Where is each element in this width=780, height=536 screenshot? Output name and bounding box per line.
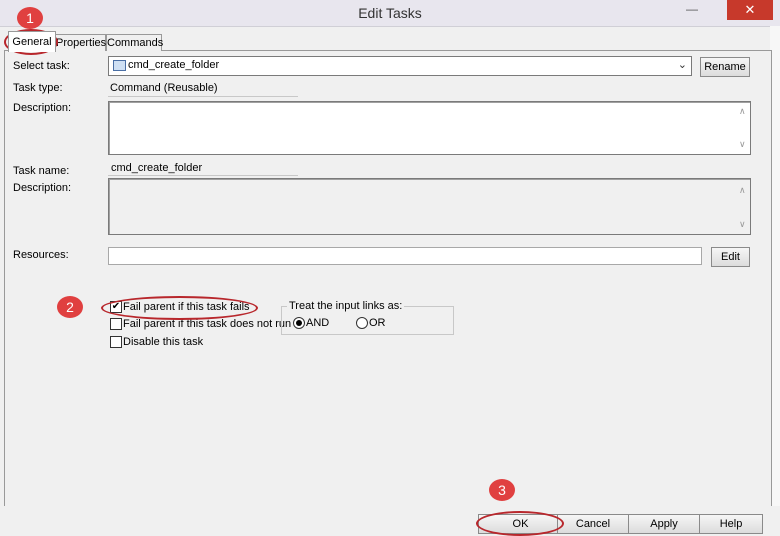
task-type-underline: [108, 96, 298, 97]
select-task-value: cmd_create_folder: [128, 59, 220, 71]
fail-parent-not-run-label: Fail parent if this task does not run: [123, 318, 292, 330]
fail-parent-not-run-checkbox[interactable]: [110, 318, 122, 330]
window-title: Edit Tasks: [358, 5, 422, 21]
cancel-button[interactable]: Cancel: [557, 514, 629, 534]
step-badge-2: 2: [57, 296, 83, 318]
resources-label: Resources:: [13, 249, 69, 261]
task-name-input[interactable]: cmd_create_folder: [108, 159, 298, 176]
disable-task-checkbox[interactable]: [110, 336, 122, 348]
select-task-dropdown[interactable]: cmd_create_folder ⌄: [108, 56, 692, 76]
description-label-2: Description:: [13, 182, 72, 194]
and-radio[interactable]: [293, 317, 305, 329]
task-type-label: Task type:: [13, 82, 63, 94]
and-label: AND: [306, 317, 330, 329]
apply-button[interactable]: Apply: [628, 514, 700, 534]
chevron-down-icon[interactable]: ⌄: [678, 58, 687, 71]
step-badge-3: 3: [489, 479, 515, 501]
scrollbar-2[interactable]: ∧ ∨: [736, 179, 750, 234]
select-task-label: Select task:: [13, 60, 70, 72]
or-label: OR: [369, 317, 386, 329]
task-type-value: Command (Reusable): [110, 82, 218, 94]
or-radio[interactable]: [356, 317, 368, 329]
input-links-label: Treat the input links as:: [287, 300, 405, 312]
disable-task-label: Disable this task: [123, 336, 204, 348]
scroll-up-icon: ∧: [739, 185, 746, 195]
resources-input[interactable]: [108, 247, 702, 265]
tab-general[interactable]: General: [8, 31, 56, 52]
close-button[interactable]: ✕: [727, 0, 773, 20]
tab-commands[interactable]: Commands: [106, 34, 163, 51]
scroll-down-icon: ∨: [739, 219, 746, 229]
task-description-textarea[interactable]: ∧ ∨: [108, 178, 751, 235]
scroll-up-icon: ∧: [739, 106, 746, 116]
task-name-value: cmd_create_folder: [111, 162, 203, 174]
tab-properties[interactable]: Properties: [55, 34, 106, 51]
highlight-oval-fail-parent: [101, 296, 258, 320]
edit-button[interactable]: Edit: [711, 247, 750, 267]
description-textarea[interactable]: ∧ ∨: [108, 101, 751, 155]
command-task-icon: [113, 60, 126, 71]
minimize-button[interactable]: —: [683, 2, 701, 16]
help-button[interactable]: Help: [699, 514, 763, 534]
scroll-down-icon: ∨: [739, 139, 746, 149]
scrollbar[interactable]: ∧ ∨: [736, 102, 750, 154]
task-name-label: Task name:: [13, 165, 70, 177]
highlight-oval-ok: [476, 511, 564, 536]
rename-button[interactable]: Rename: [700, 57, 750, 77]
description-label: Description:: [13, 102, 72, 114]
step-badge-1: 1: [17, 7, 43, 29]
